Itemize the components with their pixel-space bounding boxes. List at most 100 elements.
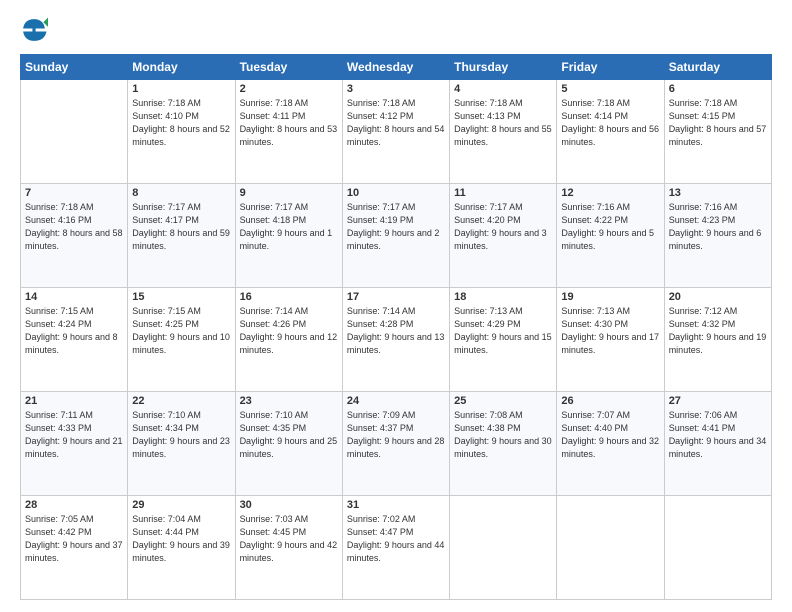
day-info: Sunrise: 7:18 AMSunset: 4:16 PMDaylight:… [25,201,123,253]
day-info: Sunrise: 7:02 AMSunset: 4:47 PMDaylight:… [347,513,445,565]
day-cell: 10Sunrise: 7:17 AMSunset: 4:19 PMDayligh… [342,184,449,288]
day-info: Sunrise: 7:18 AMSunset: 4:10 PMDaylight:… [132,97,230,149]
day-info: Sunrise: 7:18 AMSunset: 4:13 PMDaylight:… [454,97,552,149]
day-cell: 30 Sunrise: 7:03 AMSunset: 4:45 PMDayligh… [235,496,342,600]
day-cell: 3 Sunrise: 7:18 AMSunset: 4:12 PMDaylight… [342,80,449,184]
weekday-header-monday: Monday [128,55,235,80]
day-info: Sunrise: 7:18 AMSunset: 4:11 PMDaylight:… [240,97,338,149]
day-info: Sunrise: 7:18 AMSunset: 4:14 PMDaylight:… [561,97,659,149]
weekday-header-thursday: Thursday [450,55,557,80]
day-cell: 8 Sunrise: 7:17 AMSunset: 4:17 PMDaylight… [128,184,235,288]
day-info: Sunrise: 7:17 AMSunset: 4:17 PMDaylight:… [132,201,230,253]
day-cell: 20Sunrise: 7:12 AMSunset: 4:32 PMDayligh… [664,288,771,392]
day-number: 30 [240,499,338,511]
day-number: 19 [561,291,659,303]
day-number: 24 [347,395,445,407]
day-number: 9 [240,187,338,199]
day-cell: 12 Sunrise: 7:16 AMSunset: 4:22 PMDayligh… [557,184,664,288]
weekday-header-wednesday: Wednesday [342,55,449,80]
day-number: 28 [25,499,123,511]
day-cell: 14 Sunrise: 7:15 AMSunset: 4:24 PMDayligh… [21,288,128,392]
day-info: Sunrise: 7:16 AMSunset: 4:22 PMDaylight:… [561,201,659,253]
day-number: 18 [454,291,552,303]
day-number: 14 [25,291,123,303]
day-cell [450,496,557,600]
day-info: Sunrise: 7:15 AMSunset: 4:25 PMDaylight:… [132,305,230,357]
day-info: Sunrise: 7:03 AMSunset: 4:45 PMDaylight:… [240,513,338,565]
day-cell: 17 Sunrise: 7:14 AMSunset: 4:28 PMDayligh… [342,288,449,392]
day-number: 22 [132,395,230,407]
day-cell: 7 Sunrise: 7:18 AMSunset: 4:16 PMDaylight… [21,184,128,288]
day-cell: 5 Sunrise: 7:18 AMSunset: 4:14 PMDaylight… [557,80,664,184]
day-cell [557,496,664,600]
week-row-1: 1 Sunrise: 7:18 AMSunset: 4:10 PMDaylight… [21,80,772,184]
day-cell: 1 Sunrise: 7:18 AMSunset: 4:10 PMDaylight… [128,80,235,184]
day-cell: 19 Sunrise: 7:13 AMSunset: 4:30 PMDayligh… [557,288,664,392]
day-number: 5 [561,83,659,95]
day-info: Sunrise: 7:14 AMSunset: 4:28 PMDaylight:… [347,305,445,357]
day-number: 27 [669,395,767,407]
day-number: 31 [347,499,445,511]
day-number: 3 [347,83,445,95]
day-number: 6 [669,83,767,95]
day-info: Sunrise: 7:10 AMSunset: 4:34 PMDaylight:… [132,409,230,461]
day-info: Sunrise: 7:17 AMSunset: 4:18 PMDaylight:… [240,201,338,253]
day-cell: 25 Sunrise: 7:08 AMSunset: 4:38 PMDayligh… [450,392,557,496]
day-info: Sunrise: 7:07 AMSunset: 4:40 PMDaylight:… [561,409,659,461]
header [20,16,772,44]
day-cell: 28 Sunrise: 7:05 AMSunset: 4:42 PMDayligh… [21,496,128,600]
day-cell: 24 Sunrise: 7:09 AMSunset: 4:37 PMDayligh… [342,392,449,496]
day-cell: 11Sunrise: 7:17 AMSunset: 4:20 PMDayligh… [450,184,557,288]
day-number: 13 [669,187,767,199]
day-info: Sunrise: 7:08 AMSunset: 4:38 PMDaylight:… [454,409,552,461]
calendar-table: SundayMondayTuesdayWednesdayThursdayFrid… [20,54,772,600]
weekday-header-saturday: Saturday [664,55,771,80]
week-row-2: 7 Sunrise: 7:18 AMSunset: 4:16 PMDaylight… [21,184,772,288]
day-number: 12 [561,187,659,199]
day-info: Sunrise: 7:18 AMSunset: 4:15 PMDaylight:… [669,97,767,149]
day-cell: 4 Sunrise: 7:18 AMSunset: 4:13 PMDaylight… [450,80,557,184]
day-info: Sunrise: 7:10 AMSunset: 4:35 PMDaylight:… [240,409,338,461]
day-info: Sunrise: 7:11 AMSunset: 4:33 PMDaylight:… [25,409,123,461]
day-number: 10 [347,187,445,199]
day-cell: 31 Sunrise: 7:02 AMSunset: 4:47 PMDayligh… [342,496,449,600]
day-number: 1 [132,83,230,95]
day-number: 4 [454,83,552,95]
day-info: Sunrise: 7:05 AMSunset: 4:42 PMDaylight:… [25,513,123,565]
day-number: 26 [561,395,659,407]
day-cell: 15 Sunrise: 7:15 AMSunset: 4:25 PMDayligh… [128,288,235,392]
day-cell: 6 Sunrise: 7:18 AMSunset: 4:15 PMDaylight… [664,80,771,184]
weekday-header-row: SundayMondayTuesdayWednesdayThursdayFrid… [21,55,772,80]
day-number: 15 [132,291,230,303]
day-info: Sunrise: 7:16 AMSunset: 4:23 PMDaylight:… [669,201,767,253]
day-cell: 27 Sunrise: 7:06 AMSunset: 4:41 PMDayligh… [664,392,771,496]
day-number: 7 [25,187,123,199]
day-cell: 29Sunrise: 7:04 AMSunset: 4:44 PMDayligh… [128,496,235,600]
logo [20,16,52,44]
day-info: Sunrise: 7:09 AMSunset: 4:37 PMDaylight:… [347,409,445,461]
day-number: 25 [454,395,552,407]
day-number: 21 [25,395,123,407]
week-row-3: 14 Sunrise: 7:15 AMSunset: 4:24 PMDayligh… [21,288,772,392]
week-row-4: 21 Sunrise: 7:11 AMSunset: 4:33 PMDayligh… [21,392,772,496]
day-cell [21,80,128,184]
day-number: 2 [240,83,338,95]
day-number: 8 [132,187,230,199]
weekday-header-sunday: Sunday [21,55,128,80]
weekday-header-tuesday: Tuesday [235,55,342,80]
day-cell: 13 Sunrise: 7:16 AMSunset: 4:23 PMDayligh… [664,184,771,288]
day-cell: 26 Sunrise: 7:07 AMSunset: 4:40 PMDayligh… [557,392,664,496]
day-number: 17 [347,291,445,303]
day-info: Sunrise: 7:06 AMSunset: 4:41 PMDaylight:… [669,409,767,461]
day-info: Sunrise: 7:18 AMSunset: 4:12 PMDaylight:… [347,97,445,149]
page: SundayMondayTuesdayWednesdayThursdayFrid… [0,0,792,612]
day-cell: 21 Sunrise: 7:11 AMSunset: 4:33 PMDayligh… [21,392,128,496]
day-cell: 22 Sunrise: 7:10 AMSunset: 4:34 PMDayligh… [128,392,235,496]
day-number: 11 [454,187,552,199]
day-cell: 2 Sunrise: 7:18 AMSunset: 4:11 PMDaylight… [235,80,342,184]
day-info: Sunrise: 7:13 AMSunset: 4:30 PMDaylight:… [561,305,659,357]
day-cell: 16Sunrise: 7:14 AMSunset: 4:26 PMDayligh… [235,288,342,392]
day-info: Sunrise: 7:15 AMSunset: 4:24 PMDaylight:… [25,305,123,357]
day-cell: 18 Sunrise: 7:13 AMSunset: 4:29 PMDayligh… [450,288,557,392]
day-info: Sunrise: 7:13 AMSunset: 4:29 PMDaylight:… [454,305,552,357]
